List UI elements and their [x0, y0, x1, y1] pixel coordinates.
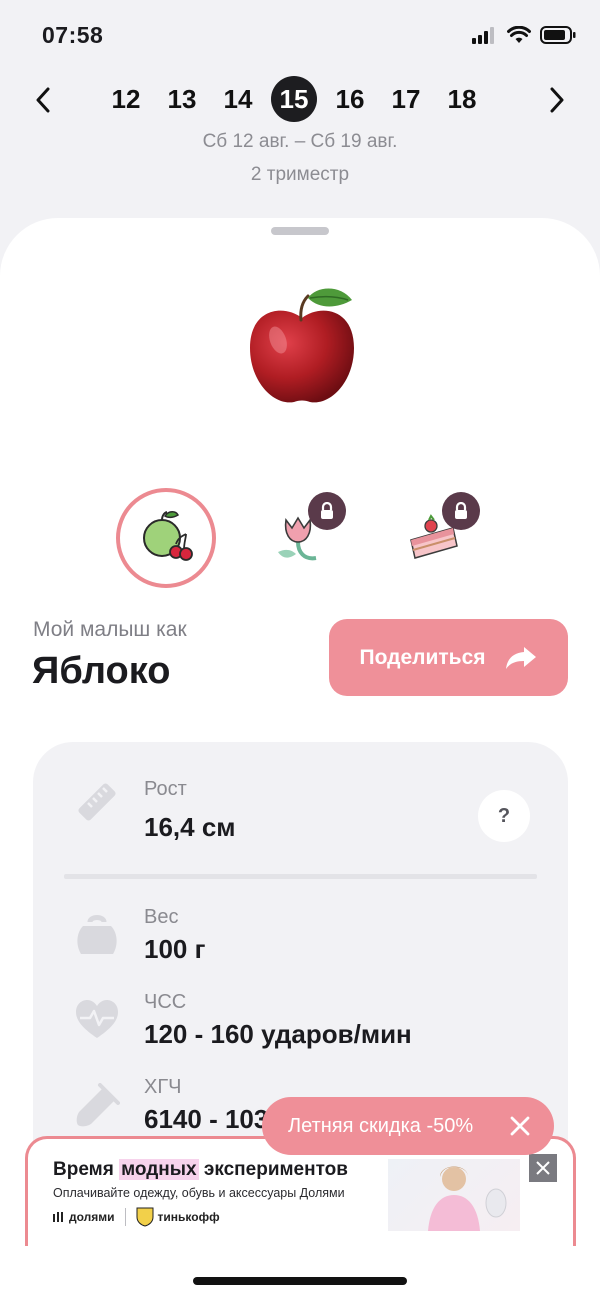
- status-bar: 07:58: [0, 0, 600, 72]
- ad-photo: [388, 1159, 520, 1231]
- week-16[interactable]: 16: [327, 76, 373, 122]
- week-12[interactable]: 12: [103, 76, 149, 122]
- lock-icon: [308, 492, 346, 530]
- tinkoff-shield-icon: [136, 1207, 154, 1227]
- week-list: 12 13 14 15 16 17 18: [103, 76, 485, 122]
- stat-heart-rate-label: ЧСС: [144, 991, 187, 1013]
- ad-close-button[interactable]: [529, 1154, 557, 1182]
- stat-hcg-value: 6140 - 103: [144, 1104, 269, 1134]
- mode-desserts[interactable]: [384, 488, 484, 588]
- ad-title-part: экспериментов: [198, 1159, 348, 1180]
- signal-icon: [472, 27, 494, 44]
- dolyami-label: долями: [69, 1210, 115, 1224]
- stat-heart-rate-value: 120 - 160 ударов/мин: [144, 1019, 412, 1049]
- previous-week-button[interactable]: [25, 82, 61, 118]
- mode-fruits[interactable]: [116, 488, 216, 588]
- share-button[interactable]: Поделиться: [329, 619, 568, 696]
- share-button-label: Поделиться: [359, 645, 486, 669]
- ad-brands: долями тинькофф: [53, 1207, 220, 1227]
- ad-title-highlight: модных: [119, 1159, 199, 1180]
- close-icon: [536, 1161, 550, 1175]
- week-17[interactable]: 17: [383, 76, 429, 122]
- week-date-range: Сб 12 авг. – Сб 19 авг.: [202, 131, 398, 152]
- status-icons: [472, 26, 576, 44]
- tinkoff-label: тинькофф: [157, 1210, 220, 1224]
- ad-subtitle: Оплачивайте одежду, обувь и аксессуары Д…: [53, 1186, 345, 1200]
- lock-icon: [442, 492, 480, 530]
- dolyami-logo: долями: [53, 1210, 115, 1224]
- share-arrow-icon: [505, 646, 536, 669]
- stat-hcg-label: ХГЧ: [144, 1076, 182, 1098]
- trimester-label: 2 триместр: [250, 164, 350, 185]
- help-button[interactable]: ?: [478, 790, 530, 842]
- ruler-icon: [73, 778, 121, 826]
- stat-weight-label: Вес: [144, 906, 179, 928]
- week-navigation: 12 13 14 15 16 17 18: [0, 72, 600, 128]
- heart-pulse-icon: [73, 995, 121, 1043]
- week-14[interactable]: 14: [215, 76, 261, 122]
- stat-weight-value: 100 г: [144, 934, 206, 964]
- ad-title-part: Время: [53, 1159, 120, 1180]
- mode-flowers[interactable]: [250, 488, 350, 588]
- week-15-selected[interactable]: 15: [271, 76, 317, 122]
- stats-divider: [64, 874, 537, 879]
- baby-size-caption: Мой малыш как: [33, 618, 187, 641]
- weight-icon: [73, 908, 121, 956]
- sheet-handle[interactable]: [271, 227, 329, 235]
- chevron-left-icon: [36, 87, 50, 113]
- apple-cherry-icon: [143, 511, 193, 561]
- close-icon[interactable]: [508, 1114, 532, 1138]
- baby-size-fruit: Яблоко: [32, 650, 171, 692]
- stat-height-label: Рост: [144, 778, 187, 800]
- chevron-right-icon: [550, 87, 564, 113]
- week-18[interactable]: 18: [439, 76, 485, 122]
- dolyami-bars-icon: [53, 1212, 63, 1222]
- status-time: 07:58: [42, 22, 104, 48]
- stat-height-value: 16,4 см: [144, 812, 236, 842]
- test-tube-icon: [73, 1082, 121, 1130]
- apple-illustration: [250, 288, 354, 403]
- week-13[interactable]: 13: [159, 76, 205, 122]
- ad-title: Время модных экспериментов: [53, 1159, 348, 1181]
- next-week-button[interactable]: [539, 82, 575, 118]
- wifi-icon: [507, 26, 531, 43]
- ad-brand-separator: [124, 1208, 126, 1226]
- tinkoff-logo: тинькофф: [136, 1207, 220, 1227]
- comparison-mode-selector: [0, 488, 600, 588]
- home-indicator: [193, 1277, 407, 1285]
- summer-discount-pill[interactable]: Летняя скидка -50%: [262, 1097, 554, 1155]
- summer-discount-label: Летняя скидка -50%: [288, 1114, 474, 1137]
- battery-icon: [540, 26, 576, 44]
